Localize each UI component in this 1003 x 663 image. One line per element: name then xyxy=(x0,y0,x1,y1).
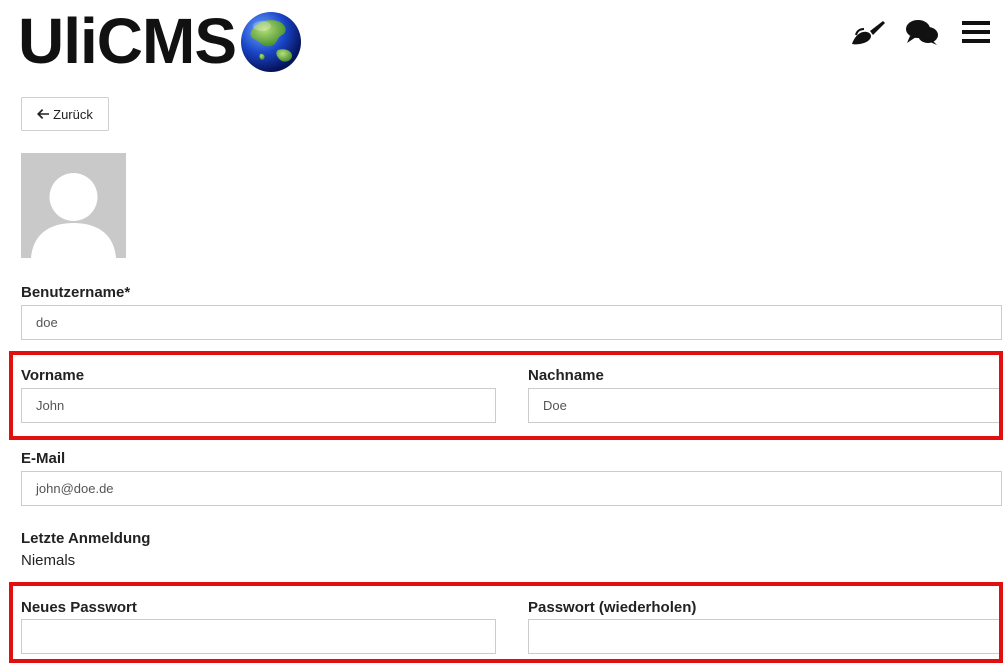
email-value: john@doe.de xyxy=(36,481,114,496)
last-login-value: Niemals xyxy=(21,552,76,569)
password-fields-highlight xyxy=(9,582,1003,663)
globe-icon xyxy=(241,12,301,72)
comments-icon[interactable] xyxy=(895,12,949,52)
brush-icon[interactable] xyxy=(841,12,895,52)
back-button-label: Zurück xyxy=(53,106,93,122)
username-value: doe xyxy=(36,315,58,330)
email-input[interactable]: john@doe.de xyxy=(21,471,1002,506)
username-label: Benutzername* xyxy=(21,284,131,301)
username-input[interactable]: doe xyxy=(21,305,1002,340)
logo[interactable]: UliCMS xyxy=(18,6,304,76)
user-silhouette-icon xyxy=(31,173,116,258)
menu-icon[interactable] xyxy=(949,12,1003,52)
logo-text: UliCMS xyxy=(18,5,237,77)
email-label: E-Mail xyxy=(21,450,66,467)
arrow-left-icon xyxy=(37,109,50,119)
avatar xyxy=(21,153,126,258)
back-button[interactable]: Zurück xyxy=(21,97,109,131)
header-toolbar xyxy=(841,12,1003,52)
name-fields-highlight xyxy=(9,351,1003,440)
last-login-label: Letzte Anmeldung xyxy=(21,530,151,547)
